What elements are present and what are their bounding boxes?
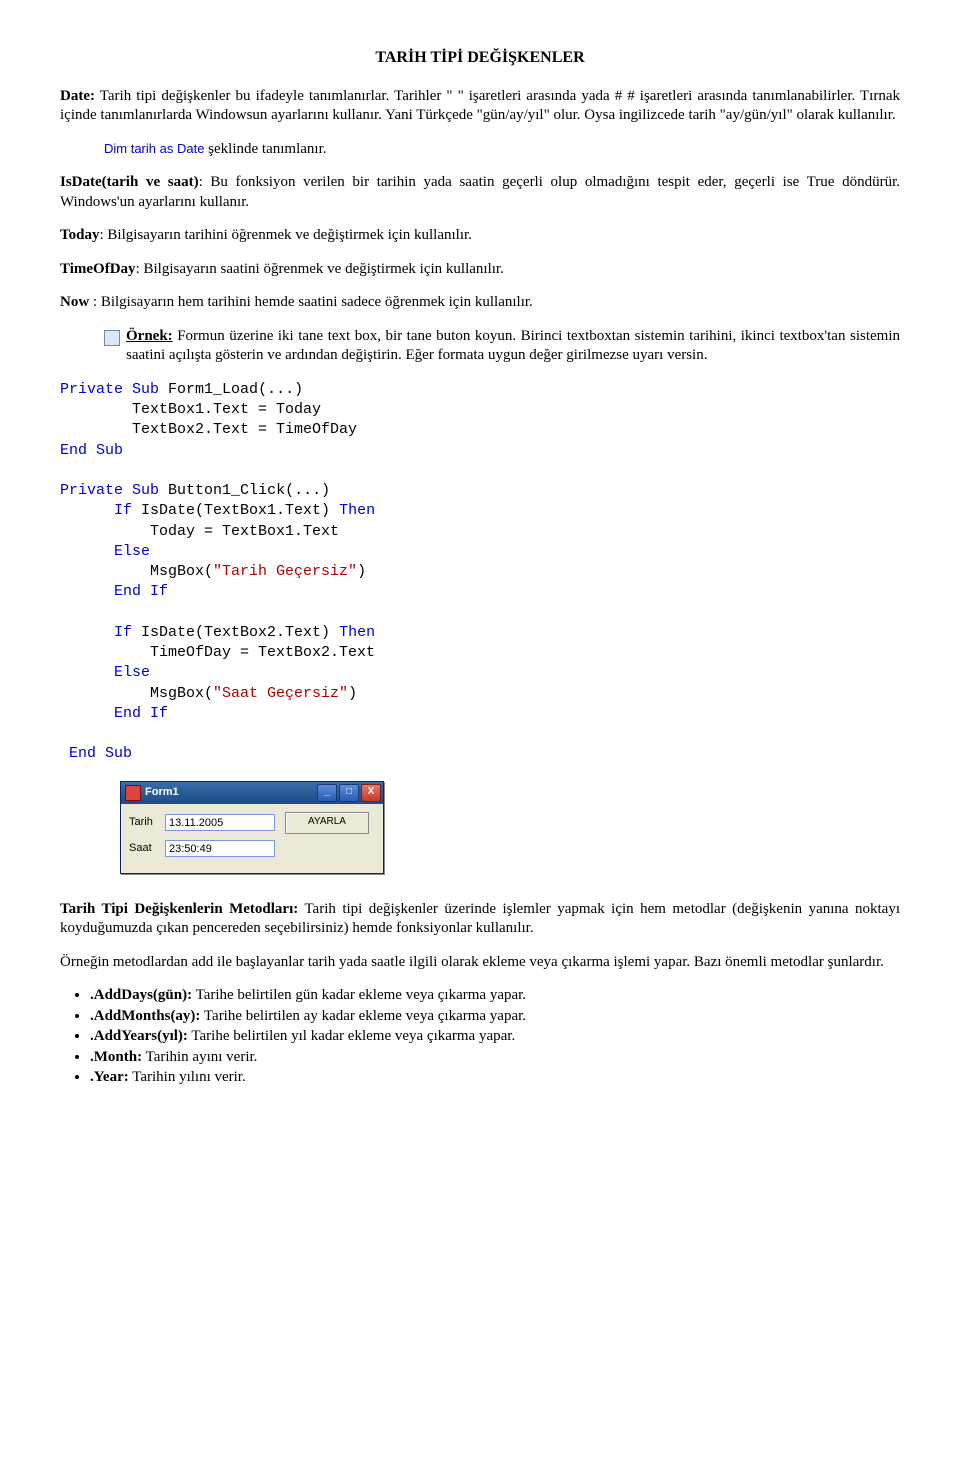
method-body: Tarihe belirtilen ay kadar ekleme veya ç…	[200, 1008, 526, 1024]
code-text: )	[348, 685, 357, 702]
timeofday-paragraph: TimeOfDay: Bilgisayarın saatini öğrenmek…	[60, 260, 900, 280]
method-body: Tarihin ayını verir.	[142, 1049, 257, 1065]
code-text: TextBox2.Text = TimeOfDay	[60, 421, 357, 438]
kw-end: End	[114, 705, 141, 722]
window-titlebar[interactable]: Form1 _ □ X	[121, 782, 383, 804]
kw-private: Private	[60, 381, 123, 398]
code-text: IsDate(TextBox2.Text)	[132, 624, 339, 641]
methods-para2: Örneğin metodlardan add ile başlayanlar …	[60, 953, 900, 973]
kw-end: End	[114, 583, 141, 600]
kw-then: Then	[339, 624, 375, 641]
kw-else: Else	[114, 543, 150, 560]
textbox-saat[interactable]: 23:50:49	[165, 840, 275, 857]
method-body: Tarihe belirtilen gün kadar ekleme veya …	[192, 987, 526, 1003]
code-text: MsgBox(	[60, 563, 213, 580]
dim-code: Dim tarih as Date	[104, 141, 204, 156]
timeofday-body: : Bilgisayarın saatini öğrenmek ve değiş…	[136, 261, 504, 277]
kw-end: End	[60, 442, 87, 459]
method-year: .Year: Tarihin yılını verir.	[90, 1068, 900, 1088]
timeofday-label: TimeOfDay	[60, 261, 136, 277]
window-title: Form1	[145, 785, 317, 799]
method-body: Tarihin yılını verir.	[129, 1069, 246, 1085]
method-label: .Month:	[90, 1049, 142, 1065]
date-label: Date:	[60, 88, 95, 104]
now-body: : Bilgisayarın hem tarihini hemde saatin…	[93, 294, 533, 310]
code-text: Form1_Load(...)	[159, 381, 303, 398]
kw-if: If	[114, 624, 132, 641]
method-adddays: .AddDays(gün): Tarihe belirtilen gün kad…	[90, 986, 900, 1006]
isdate-paragraph: IsDate(tarih ve saat): Bu fonksiyon veri…	[60, 173, 900, 212]
code-text: MsgBox(	[60, 685, 213, 702]
dim-declaration: Dim tarih as Date şeklinde tanımlanır.	[104, 140, 900, 160]
code-text: TimeOfDay = TextBox2.Text	[60, 644, 375, 661]
minimize-button[interactable]: _	[317, 784, 337, 802]
kw-sub: Sub	[105, 745, 132, 762]
method-label: .AddYears(yıl):	[90, 1028, 188, 1044]
form1-window: Form1 _ □ X Tarih 13.11.2005 AYARLA Saat…	[120, 781, 900, 874]
kw-sub: Sub	[132, 381, 159, 398]
paragraph-date-body: Tarih tipi değişkenler bu ifadeyle tanım…	[60, 88, 900, 124]
dim-suffix: şeklinde tanımlanır.	[204, 141, 326, 157]
close-button[interactable]: X	[361, 784, 381, 802]
example-label: Örnek:	[126, 328, 173, 344]
app-icon	[125, 785, 141, 801]
example-body: Formun üzerine iki tane text box, bir ta…	[126, 328, 900, 364]
label-tarih: Tarih	[129, 815, 165, 829]
kw-if: If	[114, 502, 132, 519]
today-label: Today	[60, 227, 99, 243]
method-label: .Year:	[90, 1069, 129, 1085]
methods-heading-bold: Tarih Tipi Değişkenlerin Metodları:	[60, 901, 298, 917]
example-block: Örnek: Formun üzerine iki tane text box,…	[104, 327, 900, 366]
kw-end: End	[69, 745, 96, 762]
code-text: TextBox1.Text = Today	[60, 401, 321, 418]
code-string: "Tarih Geçersiz"	[213, 563, 357, 580]
today-body: : Bilgisayarın tarihini öğrenmek ve deği…	[99, 227, 471, 243]
today-paragraph: Today: Bilgisayarın tarihini öğrenmek ve…	[60, 226, 900, 246]
code-text: Today = TextBox1.Text	[60, 523, 339, 540]
code-block-1: Private Sub Form1_Load(...) TextBox1.Tex…	[60, 380, 900, 765]
method-addyears: .AddYears(yıl): Tarihe belirtilen yıl ka…	[90, 1027, 900, 1047]
code-text: Button1_Click(...)	[159, 482, 330, 499]
kw-private: Private	[60, 482, 123, 499]
kw-else: Else	[114, 664, 150, 681]
paragraph-date: Date: Tarih tipi değişkenler bu ifadeyle…	[60, 87, 900, 126]
methods-heading: Tarih Tipi Değişkenlerin Metodları: Tari…	[60, 900, 900, 939]
isdate-label: IsDate(tarih ve saat)	[60, 174, 199, 190]
code-text: )	[357, 563, 366, 580]
method-month: .Month: Tarihin ayını verir.	[90, 1048, 900, 1068]
kw-then: Then	[339, 502, 375, 519]
page-title: TARİH TİPİ DEĞİŞKENLER	[60, 48, 900, 69]
now-paragraph: Now : Bilgisayarın hem tarihini hemde sa…	[60, 293, 900, 313]
code-text: IsDate(TextBox1.Text)	[132, 502, 339, 519]
ayarla-button[interactable]: AYARLA	[285, 812, 369, 834]
method-label: .AddMonths(ay):	[90, 1008, 200, 1024]
kw-if: If	[150, 705, 168, 722]
kw-sub: Sub	[96, 442, 123, 459]
kw-sub: Sub	[132, 482, 159, 499]
textbox-tarih[interactable]: 13.11.2005	[165, 814, 275, 831]
document-icon	[104, 330, 120, 346]
kw-if: If	[150, 583, 168, 600]
code-string: "Saat Geçersiz"	[213, 685, 348, 702]
label-saat: Saat	[129, 841, 165, 855]
method-addmonths: .AddMonths(ay): Tarihe belirtilen ay kad…	[90, 1007, 900, 1027]
method-body: Tarihe belirtilen yıl kadar ekleme veya …	[188, 1028, 515, 1044]
now-label: Now	[60, 294, 93, 310]
method-label: .AddDays(gün):	[90, 987, 192, 1003]
methods-list: .AddDays(gün): Tarihe belirtilen gün kad…	[60, 986, 900, 1088]
maximize-button[interactable]: □	[339, 784, 359, 802]
